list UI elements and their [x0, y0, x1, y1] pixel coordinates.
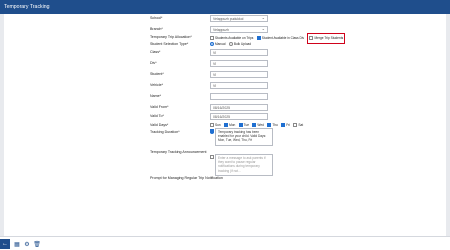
name-row: Name*: [4, 92, 446, 101]
checkbox-checked-icon: [252, 123, 257, 128]
grid-icon: ▦: [14, 241, 20, 248]
valid-from-label: Valid From*: [150, 105, 169, 109]
radio-icon: [228, 42, 233, 47]
name-label: Name*: [150, 94, 161, 98]
tracking-duration-label: Tracking Duration*: [150, 130, 180, 134]
student-row: Student* VI: [4, 70, 446, 79]
school-select[interactable]: Velappuzh pudukkol: [210, 15, 268, 22]
class-label: Class*: [150, 50, 161, 54]
school-label: School*: [150, 16, 163, 20]
student-input[interactable]: VI: [210, 71, 268, 78]
div-label: Div*: [150, 61, 157, 65]
form-panel: School* Velappuzh pudukkol Branch* Velap…: [4, 14, 446, 236]
valid-to-row: Valid To* 08/16/2025: [4, 112, 446, 121]
div-input[interactable]: VI: [210, 60, 268, 67]
valid-from-input[interactable]: 08/16/2025: [210, 104, 268, 111]
prompt-checkbox[interactable]: [210, 155, 214, 159]
back-button[interactable]: ←: [0, 239, 10, 249]
vehicle-input[interactable]: VI: [210, 82, 268, 89]
class-row: Class* VI: [4, 48, 446, 57]
prompt-label: Prompt for Managing Regular Trip Notific…: [150, 176, 223, 180]
checkbox-checked-icon: [281, 123, 286, 128]
valid-from-row: Valid From* 08/16/2025: [4, 103, 446, 112]
class-input[interactable]: VI: [210, 49, 268, 56]
checkbox-icon: [210, 123, 214, 128]
school-row: School* Velappuzh pudukkol: [4, 14, 446, 23]
student-label: Student*: [150, 72, 164, 76]
grid-button[interactable]: ▦: [12, 239, 22, 249]
branch-select[interactable]: Velappuzh: [210, 26, 268, 33]
div-row: Div* VI: [4, 59, 446, 68]
vehicle-label: Vehicle*: [150, 83, 163, 87]
vehicle-row: Vehicle* VI: [4, 81, 446, 90]
checkbox-checked-icon: [238, 123, 243, 128]
name-input[interactable]: [210, 93, 268, 100]
delete-button[interactable]: 🗑: [32, 239, 42, 249]
announcement-label: Temporary Tracking Announcement: [150, 150, 207, 154]
gear-icon: ⚙: [24, 241, 30, 248]
valid-to-label: Valid To*: [150, 114, 164, 118]
settings-button[interactable]: ⚙: [22, 239, 32, 249]
announcement-textarea[interactable]: Temporary tracking has been enabled for …: [215, 128, 273, 146]
footer-bar: ← ▦ ⚙ 🗑: [0, 236, 450, 250]
valid-to-input[interactable]: 08/16/2025: [210, 113, 268, 120]
announcement-checkbox[interactable]: [210, 129, 214, 133]
prompt-textarea[interactable]: Enter a message to ask parents if they w…: [215, 154, 273, 176]
trash-icon: 🗑: [33, 241, 41, 248]
radio-selected-icon: [210, 42, 214, 47]
checkbox-checked-icon: [267, 123, 272, 128]
arrow-left-icon: ←: [2, 241, 8, 247]
checkbox-icon: [293, 123, 298, 128]
checkbox-checked-icon: [224, 123, 229, 128]
page-title: Temporary Tracking: [0, 0, 450, 14]
